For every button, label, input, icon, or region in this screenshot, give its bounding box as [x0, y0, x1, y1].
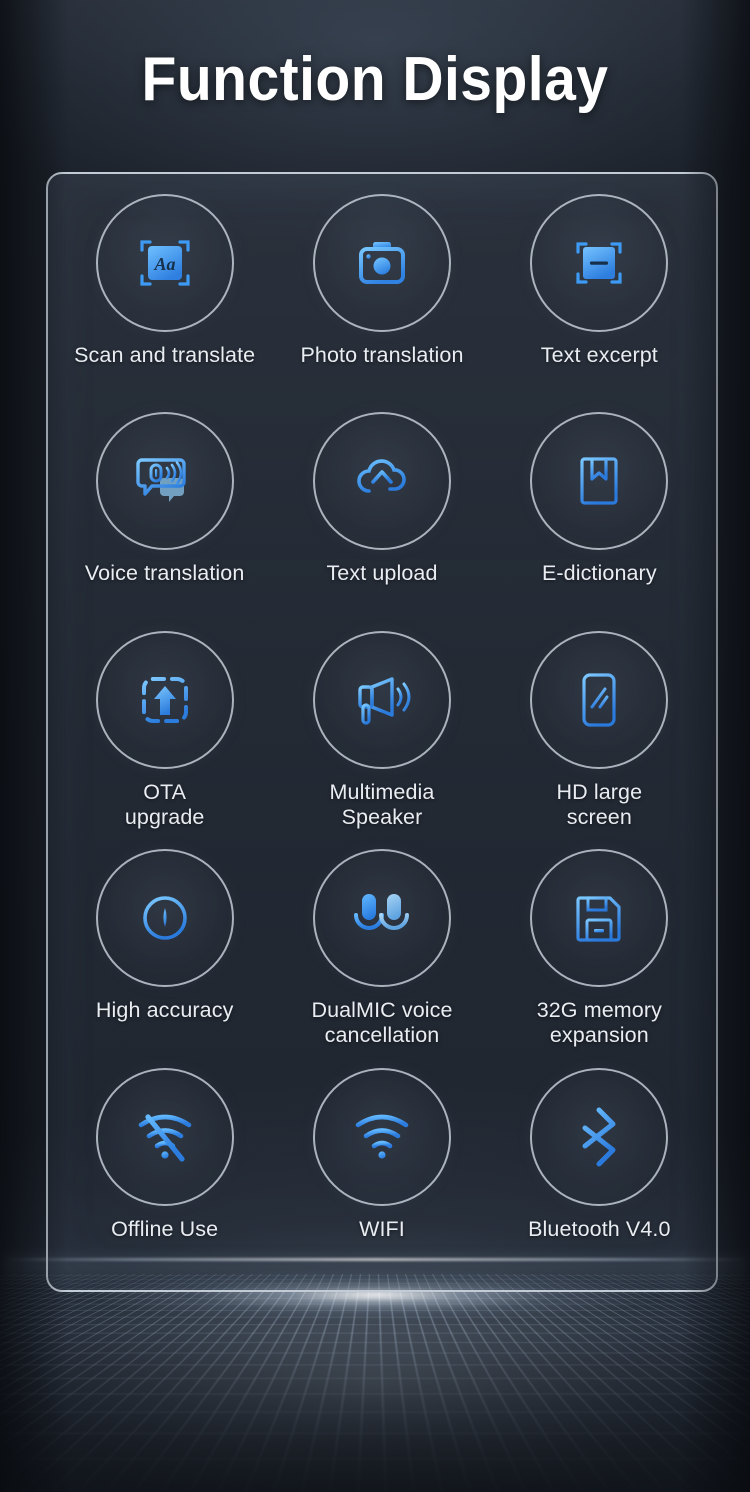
feature-label-line1: Scan and translate — [74, 343, 256, 367]
wifi-off-icon — [133, 1111, 197, 1163]
feature-item-e-dictionary[interactable]: E-dictionary — [491, 406, 708, 624]
text-excerpt-frame-icon — [569, 233, 629, 293]
feature-label-line2: cancellation — [324, 1023, 440, 1048]
feature-item-hd-large-screen[interactable]: HD large screen — [491, 625, 708, 843]
feature-label: WIFI — [359, 1217, 405, 1242]
feature-item-high-accuracy[interactable]: High accuracy — [56, 843, 273, 1061]
feature-item-bluetooth[interactable]: Bluetooth V4.0 — [491, 1062, 708, 1280]
feature-label-line1: Bluetooth V4.0 — [528, 1216, 671, 1241]
feature-label-line1: Photo translation — [300, 343, 464, 367]
wifi-icon — [350, 1111, 414, 1163]
feature-label: High accuracy — [96, 998, 234, 1023]
feature-icon-circle — [95, 1067, 234, 1206]
feature-label: Text upload — [326, 561, 437, 586]
feature-item-text-excerpt[interactable]: Text excerpt — [491, 188, 708, 406]
feature-item-wifi[interactable]: WIFI — [273, 1062, 490, 1280]
phone-screen-shine-icon — [576, 670, 622, 730]
bluetooth-icon — [575, 1106, 623, 1168]
feature-icon-circle — [312, 412, 451, 551]
dual-microphone-icon — [349, 889, 415, 947]
feature-label-line1: Offline Use — [111, 1216, 219, 1241]
svg-text:Aa: Aa — [153, 254, 175, 274]
book-bookmark-icon — [572, 452, 626, 510]
feature-label: Offline Use — [111, 1217, 218, 1242]
feature-label-line1: DualMIC voice — [311, 998, 453, 1023]
feature-label: 32G memory expansion — [537, 998, 662, 1048]
speech-bubbles-mic-icon — [134, 452, 196, 510]
feature-icon-circle — [95, 630, 234, 769]
feature-label-line1: Text upload — [326, 561, 438, 586]
feature-item-ota-upgrade[interactable]: OTA upgrade — [56, 625, 273, 843]
bottom-fade — [0, 1332, 750, 1492]
megaphone-icon — [351, 671, 413, 729]
feature-icon-circle — [312, 194, 451, 332]
feature-icon-circle — [312, 849, 451, 988]
feature-icon-circle — [95, 849, 234, 988]
feature-label-line1: OTA — [143, 779, 187, 804]
feature-label: Scan and translate — [74, 343, 255, 368]
feature-item-scan-and-translate[interactable]: Aa Scan and translate — [56, 188, 273, 406]
page-title: Function Display — [141, 45, 609, 114]
feature-icon-circle — [530, 1067, 669, 1206]
memory-card-icon — [571, 890, 627, 946]
feature-label-line2: Speaker — [341, 804, 423, 829]
feature-item-voice-translation[interactable]: Voice translation — [56, 406, 273, 624]
feature-label-line1: E-dictionary — [541, 561, 657, 586]
feature-label: DualMIC voice cancellation — [311, 998, 452, 1048]
feature-label-line1: Voice translation — [84, 561, 245, 586]
cloud-upload-icon — [352, 453, 412, 509]
scan-text-aa-icon: Aa — [134, 232, 196, 294]
function-display-page: Function Display Aa Scan and translate P… — [0, 0, 750, 1492]
feature-icon-circle — [530, 630, 669, 769]
feature-label-line1: High accuracy — [95, 998, 234, 1023]
feature-item-32g-memory-expansion[interactable]: 32G memory expansion — [491, 843, 708, 1061]
camera-icon — [353, 234, 411, 292]
feature-label: Voice translation — [85, 561, 244, 586]
feature-icon-circle — [530, 412, 669, 551]
feature-label-line2: expansion — [549, 1023, 649, 1048]
feature-label: Multimedia Speaker — [330, 780, 435, 830]
feature-label: E-dictionary — [542, 561, 657, 586]
feature-label-line1: 32G memory — [536, 998, 662, 1023]
feature-item-offline-use[interactable]: Offline Use — [56, 1062, 273, 1280]
feature-label-line1: WIFI — [359, 1216, 405, 1241]
feature-label-line1: Multimedia — [329, 779, 435, 804]
feature-item-text-upload[interactable]: Text upload — [273, 406, 490, 624]
feature-label: OTA upgrade — [125, 780, 205, 830]
feature-icon-circle: Aa — [95, 194, 234, 332]
feature-grid: Aa Scan and translate Photo translation … — [48, 174, 716, 1290]
feature-icon-circle — [312, 630, 451, 769]
dashed-box-up-arrow-icon — [136, 671, 194, 729]
feature-label-line2: screen — [566, 804, 632, 829]
feature-label-line1: Text excerpt — [540, 343, 658, 367]
feature-label-line2: upgrade — [124, 804, 205, 829]
feature-icon-circle — [530, 849, 669, 988]
feature-icon-circle — [312, 1067, 451, 1206]
crosshair-target-icon — [135, 888, 195, 948]
feature-label: HD large screen — [557, 780, 643, 830]
feature-label: Text excerpt — [541, 343, 658, 368]
feature-icon-circle — [95, 412, 234, 551]
feature-label: Bluetooth V4.0 — [528, 1217, 670, 1242]
feature-panel: Aa Scan and translate Photo translation … — [46, 172, 718, 1292]
feature-label: Photo translation — [300, 343, 463, 368]
feature-item-multimedia-speaker[interactable]: Multimedia Speaker — [273, 625, 490, 843]
feature-item-photo-translation[interactable]: Photo translation — [273, 188, 490, 406]
feature-item-dualmic-voice-cancellation[interactable]: DualMIC voice cancellation — [273, 843, 490, 1061]
feature-label-line1: HD large — [556, 779, 643, 804]
feature-icon-circle — [530, 194, 669, 332]
